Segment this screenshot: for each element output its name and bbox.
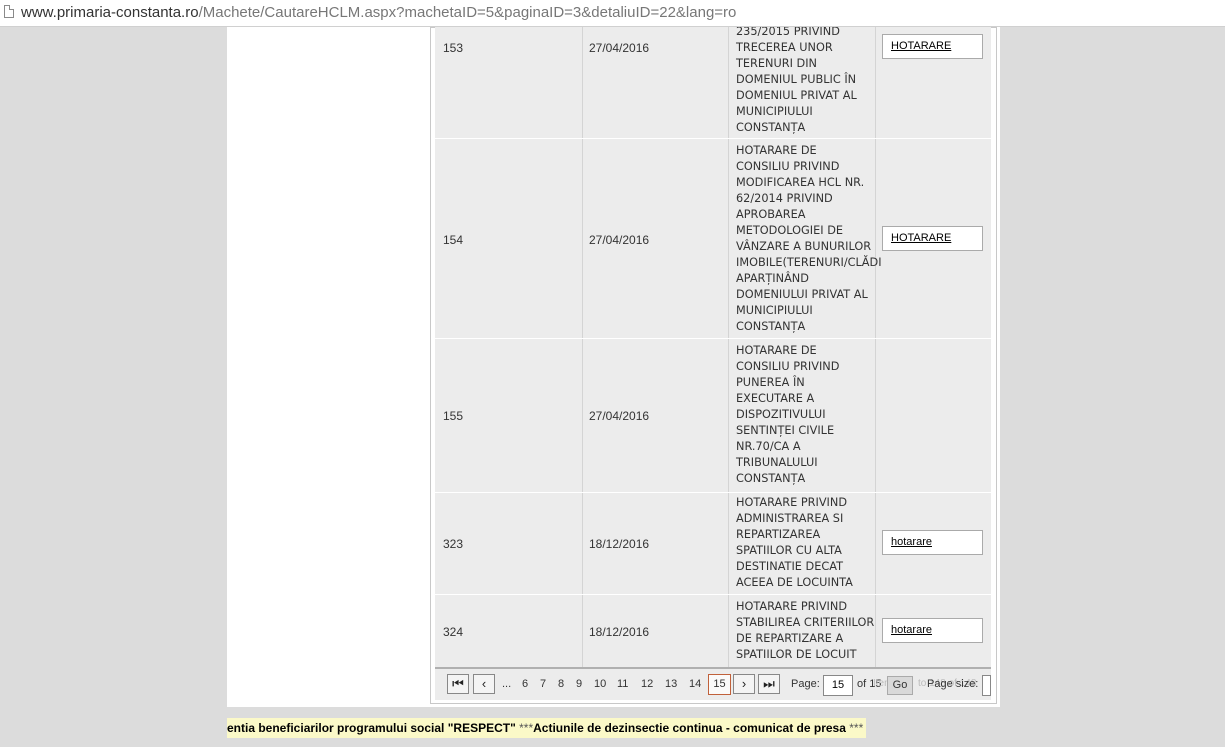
page-link[interactable]: 8 (558, 678, 564, 690)
pagination-bar: ⏮ ‹ ... 6 7 8 9 10 11 12 13 14 15 › ⏭ Pa… (435, 667, 991, 700)
decision-link[interactable]: HOTARARE (891, 40, 951, 52)
page-link[interactable]: 10 (594, 678, 606, 690)
decision-link-box[interactable]: hotarare (882, 618, 983, 643)
page-size-label: Page size: (927, 678, 979, 690)
table-row: 153 27/04/2016 235/2015 PRIVIND TRECEREA… (435, 27, 991, 139)
page-link[interactable]: 11 (617, 678, 628, 690)
decision-link[interactable]: hotarare (891, 624, 932, 636)
previous-page-button[interactable]: ‹ (473, 674, 495, 694)
page-link[interactable]: 9 (576, 678, 582, 690)
page-link[interactable]: 12 (641, 678, 653, 690)
page-link[interactable]: 7 (540, 678, 546, 690)
ticker-item[interactable]: Actiunile de dezinsectie continua - comu… (533, 721, 846, 735)
page-link[interactable]: 13 (665, 678, 677, 690)
page-label: Page: (791, 678, 820, 690)
results-grid: 153 27/04/2016 235/2015 PRIVIND TRECEREA… (435, 27, 991, 667)
decision-number: 323 (443, 537, 464, 551)
ticker-separator: *** (849, 721, 864, 735)
table-row: 155 27/04/2016 HOTARARE DE CONSILIU PRIV… (435, 339, 991, 493)
decision-number: 324 (443, 625, 464, 639)
next-page-button[interactable]: › (733, 674, 755, 694)
decision-date: 27/04/2016 (589, 41, 650, 55)
table-row: 154 27/04/2016 HOTARARE DE CONSILIU PRIV… (435, 139, 991, 339)
decision-description: HOTARARE PRIVIND ADMINISTRAREA SI REPART… (736, 496, 853, 589)
ticker-item[interactable]: entia beneficiarilor programului social … (227, 721, 516, 735)
decision-description: HOTARARE PRIVIND STABILIREA CRITERIILOR … (736, 600, 875, 661)
decision-link[interactable]: HOTARARE (891, 232, 951, 244)
go-button[interactable]: Go (887, 676, 913, 695)
last-page-button[interactable]: ⏭ (758, 674, 780, 694)
decision-link-box[interactable]: HOTARARE (882, 34, 983, 59)
address-bar[interactable]: www.primaria-constanta.ro/Machete/Cautar… (0, 0, 1225, 27)
news-ticker[interactable]: entia beneficiarilor programului social … (227, 718, 867, 738)
table-row: 324 18/12/2016 HOTARARE PRIVIND STABILIR… (435, 595, 991, 667)
decision-number: 153 (443, 41, 464, 55)
decision-date: 27/04/2016 (589, 233, 650, 247)
decision-description: 235/2015 PRIVIND TRECEREA UNOR TERENURI … (736, 27, 857, 134)
url-text[interactable]: www.primaria-constanta.ro/Machete/Cautar… (21, 4, 736, 21)
decision-description: HOTARARE DE CONSILIU PRIVIND PUNEREA ÎN … (736, 344, 840, 485)
decision-link-box[interactable]: HOTARARE (882, 226, 983, 251)
page-link[interactable]: 6 (522, 678, 528, 690)
decision-date: 18/12/2016 (589, 625, 650, 639)
pager-ellipsis[interactable]: ... (502, 678, 511, 690)
current-page-indicator: 15 (708, 674, 731, 695)
decision-number: 154 (443, 233, 464, 247)
ticker-separator: *** (519, 721, 534, 735)
page-icon (4, 5, 14, 18)
table-row: 323 18/12/2016 HOTARARE PRIVIND ADMINIST… (435, 493, 991, 595)
page-number-input[interactable]: 15 (823, 675, 853, 696)
decision-date: 18/12/2016 (589, 537, 650, 551)
decision-description: HOTARARE DE CONSILIU PRIVIND MODIFICAREA… (736, 144, 882, 333)
decision-link-box[interactable]: hotarare (882, 530, 983, 555)
decision-date: 27/04/2016 (589, 409, 650, 423)
decision-link[interactable]: hotarare (891, 536, 932, 548)
first-page-button[interactable]: ⏮ (447, 674, 469, 694)
page-link[interactable]: 14 (689, 678, 701, 690)
decision-number: 155 (443, 409, 464, 423)
page-size-input[interactable] (982, 675, 991, 696)
